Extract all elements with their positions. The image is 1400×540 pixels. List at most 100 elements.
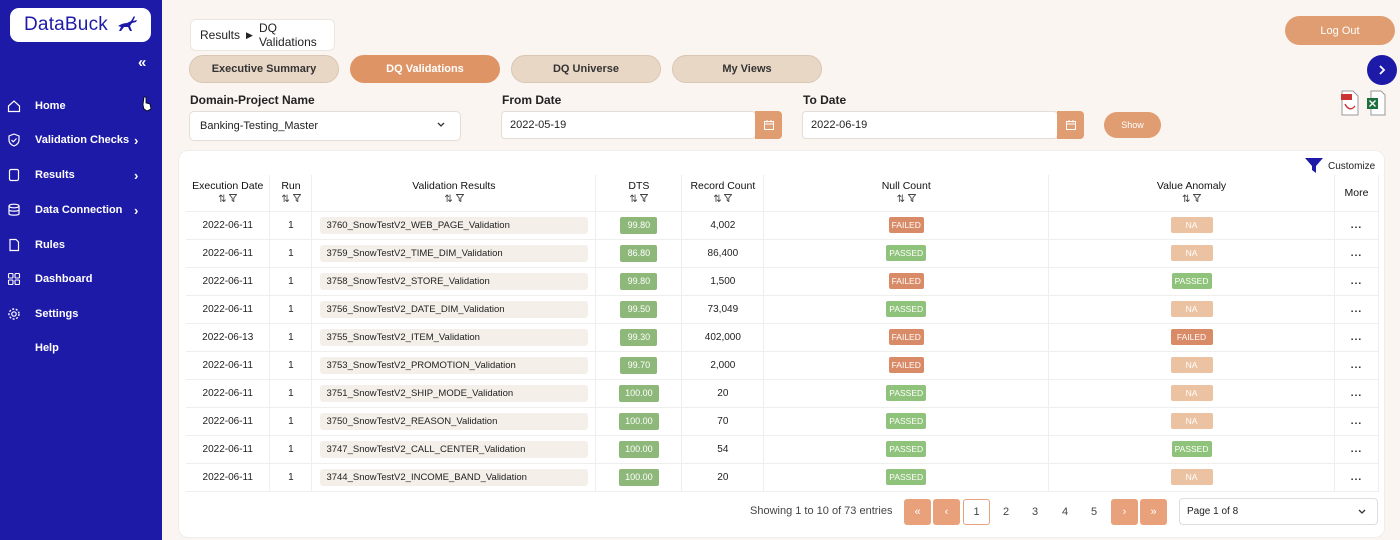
table-row[interactable]: 2022-06-11 1 3747_SnowTestV2_CALL_CENTER_V…	[186, 435, 1380, 464]
validation-name[interactable]: 3755_SnowTestV2_ITEM_Validation	[320, 328, 589, 346]
table-row[interactable]: 2022-06-13 1 3755_SnowTestV2_ITEM_Validati…	[186, 323, 1380, 352]
page-5-button[interactable]: 5	[1084, 499, 1104, 525]
table-row[interactable]: 2022-06-11 1 3758_SnowTestV2_STORE_Validat…	[186, 267, 1380, 296]
column-filter-icon[interactable]	[638, 194, 649, 205]
more-options-button[interactable]: ...	[1351, 248, 1362, 259]
dts-score: 100.00	[618, 440, 659, 458]
excel-export-icon[interactable]	[1366, 90, 1386, 116]
page-3-button[interactable]: 3	[1025, 499, 1045, 525]
table-row[interactable]: 2022-06-11 1 3756_SnowTestV2_DATE_DIM_Vali…	[186, 295, 1380, 324]
column-header-validation-results: Validation Results ⇅	[311, 175, 597, 212]
tab-dq-universe[interactable]: DQ Universe	[511, 55, 661, 83]
validation-name[interactable]: 3760_SnowTestV2_WEB_PAGE_Validation	[320, 216, 589, 234]
table-row[interactable]: 2022-06-11 1 3753_SnowTestV2_PROMOTION_Val…	[186, 351, 1380, 380]
dts-score: 100.00	[618, 468, 659, 486]
first-page-button[interactable]: «	[904, 499, 931, 525]
validation-name[interactable]: 3751_SnowTestV2_SHIP_MODE_Validation	[320, 384, 589, 402]
next-page-button[interactable]: ›	[1111, 499, 1138, 525]
prev-page-button[interactable]: ‹	[933, 499, 960, 525]
sort-icon[interactable]: ⇅	[629, 194, 637, 205]
customize-label: Customize	[1328, 160, 1376, 172]
page-2-button[interactable]: 2	[996, 499, 1016, 525]
next-panel-button[interactable]	[1367, 55, 1397, 85]
column-filter-icon[interactable]	[453, 194, 464, 205]
validation-name[interactable]: 3758_SnowTestV2_STORE_Validation	[320, 272, 589, 290]
logo[interactable]: DataBuck	[10, 8, 151, 42]
to-date-input[interactable]: 2022-06-19	[802, 111, 1058, 139]
column-filter-icon[interactable]	[290, 194, 301, 205]
from-date-input[interactable]: 2022-05-19	[501, 111, 756, 139]
more-options-button[interactable]: ...	[1351, 444, 1362, 455]
domain-label: Domain-Project Name	[190, 93, 315, 107]
chevron-right-icon[interactable]: ›	[134, 133, 138, 148]
more-options-button[interactable]: ...	[1351, 276, 1362, 287]
page-4-button[interactable]: 4	[1055, 499, 1075, 525]
null-count-badge: PASSED	[886, 441, 927, 457]
show-button[interactable]: Show	[1104, 112, 1161, 138]
value-anomaly-badge: NA	[1170, 301, 1213, 317]
calendar-icon	[1065, 120, 1076, 130]
breadcrumb-parent[interactable]: Results	[200, 28, 240, 42]
dts-score: 100.00	[618, 384, 659, 402]
sort-icon[interactable]: ⇅	[281, 194, 289, 205]
customize-button[interactable]: Customize	[1305, 158, 1375, 174]
more-options-button[interactable]: ...	[1351, 472, 1362, 483]
sort-icon[interactable]: ⇅	[713, 194, 721, 205]
validation-name[interactable]: 3744_SnowTestV2_INCOME_BAND_Validation	[320, 468, 589, 486]
logout-button[interactable]: Log Out	[1285, 16, 1395, 45]
sidebar-item-rules[interactable]: Rules	[0, 230, 162, 260]
table-row[interactable]: 2022-06-11 1 3759_SnowTestV2_TIME_DIM_Vali…	[186, 239, 1380, 268]
more-options-button[interactable]: ...	[1351, 220, 1362, 231]
column-header-run: Run ⇅	[269, 175, 313, 212]
chevron-right-icon[interactable]: ›	[134, 203, 138, 218]
null-count-badge: PASSED	[886, 469, 927, 485]
validation-name[interactable]: 3759_SnowTestV2_TIME_DIM_Validation	[320, 244, 589, 262]
column-filter-icon[interactable]	[227, 194, 238, 205]
more-options-button[interactable]: ...	[1351, 360, 1362, 371]
sidebar-item-help[interactable]: Help	[0, 333, 162, 363]
domain-project-select[interactable]: Banking-Testing_Master	[189, 111, 461, 141]
record-count: 20	[717, 471, 729, 483]
last-page-button[interactable]: »	[1140, 499, 1167, 525]
column-filter-icon[interactable]	[905, 194, 917, 205]
more-options-button[interactable]: ...	[1351, 304, 1362, 315]
from-date-calendar-button[interactable]	[755, 111, 782, 139]
sidebar-item-dashboard[interactable]: Dashboard	[0, 264, 162, 294]
collapse-sidebar-button[interactable]: «	[138, 54, 146, 71]
table-row[interactable]: 2022-06-11 1 3744_SnowTestV2_INCOME_BAND_V…	[186, 463, 1380, 492]
sidebar-item-validation-checks[interactable]: Validation Checks ›	[0, 125, 162, 155]
column-filter-icon[interactable]	[1190, 194, 1202, 205]
sidebar-item-home[interactable]: Home	[0, 91, 162, 121]
page-select[interactable]: Page 1 of 8	[1179, 498, 1378, 525]
tab-executive-summary[interactable]: Executive Summary	[189, 55, 339, 83]
validation-name[interactable]: 3747_SnowTestV2_CALL_CENTER_Validation	[320, 440, 589, 458]
sort-icon[interactable]: ⇅	[897, 194, 905, 205]
sort-icon[interactable]: ⇅	[444, 194, 452, 205]
sidebar-item-data-connection[interactable]: Data Connection ›	[0, 195, 162, 225]
sidebar-item-results[interactable]: Results ›	[0, 160, 162, 190]
more-options-button[interactable]: ...	[1351, 416, 1362, 427]
column-filter-icon[interactable]	[722, 194, 733, 205]
pdf-export-icon[interactable]	[1340, 90, 1360, 116]
value-anomaly-badge: FAILED	[1170, 329, 1213, 345]
tab-my-views[interactable]: My Views	[672, 55, 822, 83]
sort-icon[interactable]: ⇅	[218, 194, 226, 205]
value-anomaly-badge: NA	[1170, 385, 1213, 401]
run-number: 1	[288, 443, 294, 455]
more-options-button[interactable]: ...	[1351, 388, 1362, 399]
page-1-button[interactable]: 1	[963, 499, 990, 525]
table-row[interactable]: 2022-06-11 1 3760_SnowTestV2_WEB_PAGE_Vali…	[186, 211, 1380, 240]
validation-name[interactable]: 3750_SnowTestV2_REASON_Validation	[320, 412, 589, 430]
column-header-execution-date: Execution Date ⇅	[186, 175, 271, 212]
sidebar-item-settings[interactable]: Settings	[0, 299, 162, 329]
validation-name[interactable]: 3753_SnowTestV2_PROMOTION_Validation	[320, 356, 589, 374]
null-count-badge: FAILED	[888, 273, 924, 289]
to-date-calendar-button[interactable]	[1057, 111, 1084, 139]
table-row[interactable]: 2022-06-11 1 3751_SnowTestV2_SHIP_MODE_Val…	[186, 379, 1380, 408]
more-options-button[interactable]: ...	[1351, 332, 1362, 343]
tab-dq-validations[interactable]: DQ Validations	[350, 55, 500, 83]
table-row[interactable]: 2022-06-11 1 3750_SnowTestV2_REASON_Valida…	[186, 407, 1380, 436]
validation-name[interactable]: 3756_SnowTestV2_DATE_DIM_Validation	[320, 300, 589, 318]
chevron-right-icon[interactable]: ›	[134, 168, 138, 183]
sidebar-item-label: Dashboard	[35, 273, 93, 285]
